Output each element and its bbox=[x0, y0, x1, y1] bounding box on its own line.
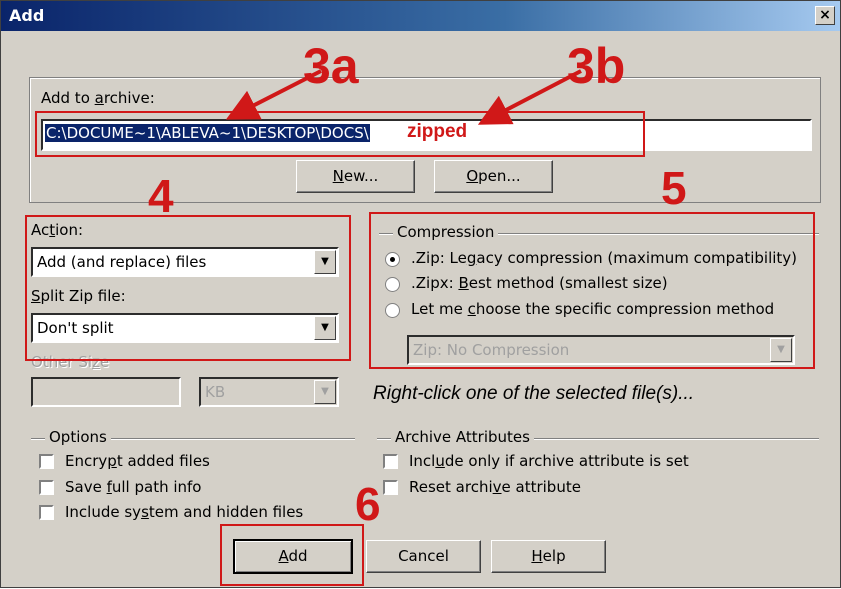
annotation-box-compression bbox=[369, 212, 815, 369]
options-legend: Options bbox=[45, 428, 111, 446]
checkbox-save-full-path-label[interactable]: Save full path info bbox=[65, 478, 202, 496]
new-label: ew... bbox=[343, 167, 379, 185]
checkbox-archive-attr-only[interactable] bbox=[383, 454, 398, 469]
attributes-legend: Archive Attributes bbox=[391, 428, 534, 446]
other-size-input[interactable] bbox=[31, 377, 181, 407]
label-accel: u bbox=[435, 452, 445, 470]
label-part: tem and hidden files bbox=[148, 503, 304, 521]
label-part: e attribute bbox=[501, 478, 581, 496]
checkbox-reset-archive-attr[interactable] bbox=[383, 480, 398, 495]
open-button[interactable]: Open... bbox=[434, 160, 553, 193]
right-click-hint: Right-click one of the selected file(s).… bbox=[373, 383, 695, 404]
checkbox-encrypt[interactable] bbox=[39, 454, 54, 469]
label-part: ull path info bbox=[111, 478, 202, 496]
checkbox-archive-attr-only-label[interactable]: Include only if archive attribute is set bbox=[409, 452, 689, 470]
annotation-box-add bbox=[220, 524, 364, 586]
annotation-label-6: 6 bbox=[355, 478, 381, 530]
label-part: Incl bbox=[409, 452, 436, 470]
window-title: Add bbox=[9, 6, 45, 25]
title-bar[interactable]: Add × bbox=[1, 1, 840, 31]
label-part: Reset archi bbox=[409, 478, 493, 496]
checkbox-reset-archive-attr-label[interactable]: Reset archive attribute bbox=[409, 478, 581, 496]
annotation-label-3a: 3a bbox=[303, 38, 359, 94]
label-accel: v bbox=[492, 478, 502, 496]
annotation-label-5: 5 bbox=[661, 162, 687, 214]
new-button[interactable]: New... bbox=[296, 160, 415, 193]
help-label: elp bbox=[542, 547, 566, 565]
annotation-box-archive-path bbox=[35, 111, 645, 157]
annotation-label-3b: 3b bbox=[567, 38, 626, 94]
cancel-label: Cancel bbox=[398, 547, 449, 565]
add-dialog: Add × Add to archive: C:\DOCUME~1\ABLEVA… bbox=[0, 0, 841, 588]
help-accel: H bbox=[531, 547, 543, 565]
close-button[interactable]: × bbox=[815, 6, 835, 25]
label-part: Include sy bbox=[65, 503, 142, 521]
other-size-unit: KB bbox=[205, 383, 226, 401]
other-size-unit-select[interactable]: KB ▼ bbox=[199, 377, 339, 407]
annotation-label-4: 4 bbox=[148, 170, 174, 222]
annotation-box-action bbox=[25, 215, 351, 361]
archive-label-part: Add to bbox=[41, 89, 95, 107]
checkbox-system-hidden-label[interactable]: Include system and hidden files bbox=[65, 503, 303, 521]
label-part: Save bbox=[65, 478, 107, 496]
open-accel: O bbox=[466, 167, 479, 185]
label-accel: p bbox=[107, 452, 117, 470]
archive-label-part: rchive: bbox=[103, 89, 155, 107]
checkbox-save-full-path[interactable] bbox=[39, 480, 54, 495]
archive-label: Add to archive: bbox=[41, 89, 155, 107]
label-part: Encry bbox=[65, 452, 108, 470]
chevron-down-icon[interactable]: ▼ bbox=[314, 380, 336, 404]
label-part: t added files bbox=[116, 452, 210, 470]
new-accel: N bbox=[332, 167, 344, 185]
archive-label-accel: a bbox=[94, 89, 104, 107]
label-part: de only if archive attribute is set bbox=[444, 452, 689, 470]
label-accel: s bbox=[141, 503, 149, 521]
help-button[interactable]: Help bbox=[491, 540, 606, 573]
open-label: pen... bbox=[478, 167, 521, 185]
checkbox-encrypt-label[interactable]: Encrypt added files bbox=[65, 452, 210, 470]
checkbox-system-hidden[interactable] bbox=[39, 505, 54, 520]
cancel-button[interactable]: Cancel bbox=[366, 540, 481, 573]
close-icon: × bbox=[819, 7, 831, 23]
